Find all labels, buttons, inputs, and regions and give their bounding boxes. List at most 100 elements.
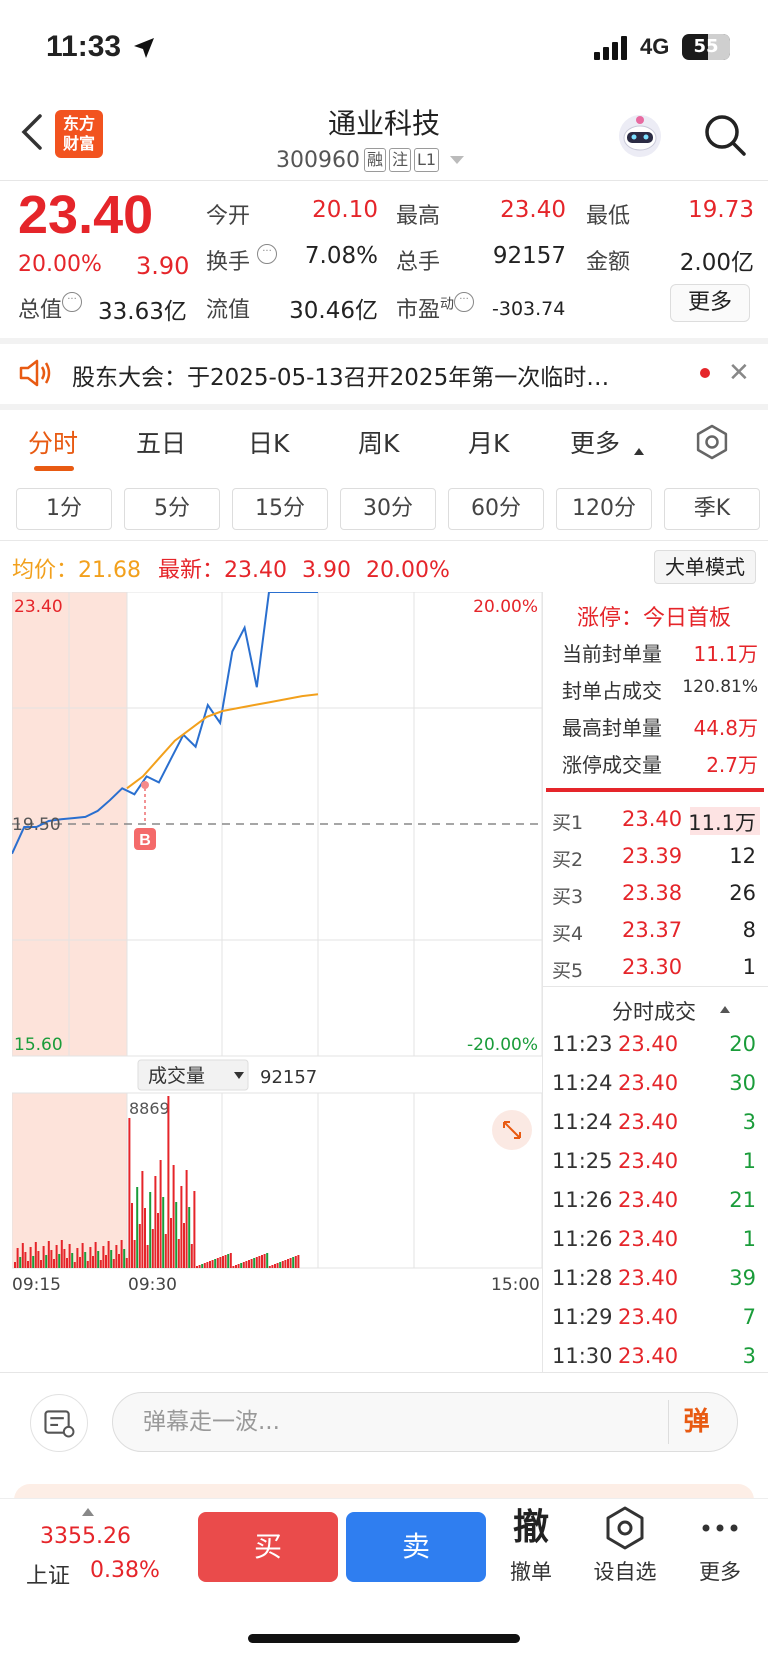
open-value: 20.10 (312, 197, 378, 223)
interval-120m[interactable]: 120分 (556, 488, 652, 530)
notice-text[interactable]: 股东大会：于2025-05-13召开2025年第一次临时… (72, 358, 682, 392)
trade-price: 23.40 (618, 1149, 679, 1173)
danmu-input[interactable]: 弹幕走一波... (112, 1392, 738, 1452)
battery-icon: 55 (682, 34, 730, 60)
quote-more-button[interactable]: 更多 (670, 284, 750, 322)
battery-level: 55 (693, 36, 719, 57)
volume-bar (227, 1254, 230, 1268)
volume-bar (141, 1171, 144, 1268)
interval-15m[interactable]: 15分 (232, 488, 328, 530)
trade-price: 23.40 (618, 1032, 679, 1056)
trade-time: 11:28 (552, 1266, 613, 1290)
tab-intraday[interactable]: 分时 (28, 424, 78, 460)
volume-bar (102, 1246, 105, 1268)
volume-bar (24, 1252, 27, 1268)
tab-daily-k[interactable]: 日K (248, 424, 289, 460)
volume-bar (112, 1259, 115, 1268)
sell-button[interactable]: 卖 (346, 1512, 486, 1582)
volume-bar (42, 1246, 45, 1268)
gear-icon[interactable] (694, 424, 730, 460)
section-divider (0, 1372, 768, 1373)
latest-price: 23.40 (224, 558, 287, 583)
volume-bar (107, 1241, 110, 1268)
danmu-settings-icon[interactable] (30, 1394, 88, 1452)
trade-time: 11:30 (552, 1344, 613, 1368)
volume-bar (193, 1191, 196, 1268)
volume-bar (63, 1249, 66, 1268)
latest-change: 3.90 (302, 558, 351, 583)
index-pct[interactable]: 0.38% (90, 1558, 160, 1583)
volume-bar (53, 1259, 55, 1268)
volume-bar (250, 1259, 253, 1268)
intraday-chart[interactable]: B 23.40 19.50 15.60 20.00% -20.00% 成交量 9… (12, 592, 542, 1344)
volume-label: 总手 (396, 250, 441, 275)
volume-bar (115, 1245, 118, 1268)
info-icon[interactable]: ··· (62, 292, 83, 312)
volume-bar (159, 1160, 162, 1268)
limit-row-label: 当前封单量 (562, 642, 662, 666)
volume-bar (79, 1257, 81, 1268)
caret-up-icon (720, 1006, 730, 1013)
x-tick-0915: 09:15 (12, 1275, 61, 1295)
volume-bar (66, 1258, 68, 1268)
cancel-order-button[interactable]: 撤 撤单 (491, 1506, 571, 1586)
bid-label: 买2 (552, 849, 584, 871)
section-divider (0, 540, 768, 541)
panel-divider (542, 592, 543, 1372)
big-order-mode-button[interactable]: 大单模式 (654, 550, 756, 584)
interval-60m[interactable]: 60分 (448, 488, 544, 530)
tag-margin: 融 (363, 148, 386, 172)
volume-bar (29, 1247, 32, 1268)
volume-bar (133, 1240, 136, 1268)
buy-button[interactable]: 买 (198, 1512, 338, 1582)
interval-5m[interactable]: 5分 (124, 488, 220, 530)
pe-label: 市盈动 ··· (396, 292, 475, 324)
volume-bar (185, 1170, 188, 1268)
stock-code-row[interactable]: 300960 融 注 L1 (276, 145, 465, 175)
trade-qty: 3 (742, 1344, 756, 1368)
info-icon[interactable]: ··· (454, 292, 475, 312)
latest-pct: 20.00% (365, 558, 450, 583)
tab-more[interactable]: 更多 (570, 424, 620, 460)
robot-assistant-icon[interactable] (616, 112, 664, 160)
volume-bar (258, 1256, 261, 1268)
danmu-button[interactable]: 弹 (668, 1400, 724, 1444)
amount-value: 2.00亿 (679, 250, 754, 276)
close-icon[interactable]: ✕ (728, 358, 750, 388)
add-watchlist-button[interactable]: 设自选 (585, 1506, 665, 1586)
volume-bar (248, 1260, 250, 1268)
y-bottom-label: 15.60 (14, 1035, 63, 1055)
high-label: 最高 (396, 204, 441, 229)
volume-bar (211, 1260, 214, 1268)
toolbar-more-button[interactable]: 更多 (680, 1506, 760, 1586)
market-cap-label: 总值 ··· (18, 292, 83, 324)
volume-bar (276, 1263, 279, 1268)
tab-monthly-k[interactable]: 月K (468, 424, 509, 460)
volume-peak: 8869 (129, 1099, 170, 1118)
hexagon-icon (606, 1506, 644, 1550)
index-value[interactable]: 3355.26 (40, 1524, 131, 1549)
limit-up-title: 涨停：今日首板 (576, 606, 731, 631)
volume-bar (203, 1263, 206, 1268)
volume-bar (279, 1262, 282, 1268)
index-name[interactable]: 上证 (26, 1558, 70, 1590)
interval-1m[interactable]: 1分 (16, 488, 112, 530)
volume-bar (240, 1263, 243, 1268)
interval-30m[interactable]: 30分 (340, 488, 436, 530)
trade-qty: 30 (729, 1071, 756, 1095)
volume-bar (164, 1234, 167, 1268)
bid-qty: 8 (742, 918, 756, 942)
tab-five-day[interactable]: 五日 (136, 424, 186, 460)
volume-bar (81, 1243, 84, 1268)
volume-bar (138, 1224, 141, 1268)
search-icon[interactable] (702, 112, 748, 158)
tab-weekly-k[interactable]: 周K (358, 424, 399, 460)
interval-quarter-k[interactable]: 季K (664, 488, 760, 530)
low-label: 最低 (586, 204, 631, 229)
trade-price: 23.40 (618, 1305, 679, 1329)
volume-bar (297, 1255, 300, 1268)
change-percent: 20.00% (18, 252, 102, 277)
volume-bar (263, 1254, 266, 1268)
info-icon[interactable]: ··· (257, 244, 278, 264)
volume-bar (289, 1258, 292, 1268)
